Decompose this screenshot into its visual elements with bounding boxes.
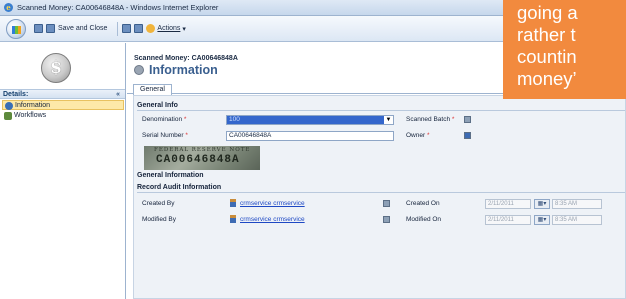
- callout-line: money’: [517, 68, 577, 89]
- information-icon: [5, 102, 13, 110]
- crm-logo-icon: [6, 18, 26, 39]
- user-icon: [230, 199, 236, 207]
- callout-line: countin: [517, 46, 577, 67]
- print-icon[interactable]: [134, 24, 144, 33]
- workflows-icon: [4, 112, 12, 120]
- scanned-batch-label: Scanned Batch *: [406, 116, 454, 123]
- denomination-label-text: Denomination: [142, 116, 183, 123]
- created-by-link[interactable]: crmservice crmservice: [240, 200, 305, 207]
- bill-text-top: FEDERAL RESERVE NOTE: [154, 147, 251, 153]
- actions-icon: [146, 24, 156, 33]
- section-general-info: General Info: [137, 102, 625, 111]
- modified-on-label: Modified On: [406, 216, 442, 223]
- section-general-information: General Information: [137, 172, 204, 179]
- save-and-close-button[interactable]: Save and Close: [46, 24, 107, 33]
- modified-by-link[interactable]: crmservice crmservice: [240, 216, 305, 223]
- denomination-label: Denomination *: [142, 116, 186, 123]
- required-marker: *: [185, 132, 188, 139]
- scanned-bill-image: FEDERAL RESERVE NOTE CA00646848A: [144, 146, 260, 170]
- nav-item-information[interactable]: Information: [2, 100, 124, 110]
- attach-icon[interactable]: [122, 24, 132, 33]
- nav-item-workflows[interactable]: Workflows: [2, 111, 124, 121]
- section-record-audit: Record Audit Information: [137, 184, 625, 193]
- lookup-icon[interactable]: [383, 200, 390, 207]
- denomination-value: 100: [229, 116, 240, 123]
- actions-menu-button[interactable]: Actions ▾: [146, 24, 186, 33]
- actions-label: Actions: [157, 25, 181, 32]
- chevron-down-icon: ▾: [180, 25, 186, 33]
- calendar-icon[interactable]: ▦▾: [534, 199, 550, 209]
- collapse-chevron-icon[interactable]: «: [116, 90, 120, 99]
- toolbar-separator: [117, 21, 119, 36]
- required-marker: *: [451, 116, 455, 123]
- denomination-select[interactable]: 100 ▼: [226, 115, 394, 125]
- gear-icon: [134, 65, 144, 75]
- lookup-icon[interactable]: [464, 116, 471, 123]
- record-type-label: Scanned Money: CA00646848A: [134, 55, 238, 62]
- save-and-close-label: Save and Close: [58, 25, 108, 32]
- chevron-down-icon[interactable]: ▼: [384, 116, 393, 124]
- tab-general[interactable]: General: [133, 84, 172, 95]
- serial-number-label: Serial Number *: [142, 132, 188, 139]
- save-icon[interactable]: [34, 24, 43, 33]
- scanned-batch-label-text: Scanned Batch: [406, 116, 451, 123]
- ie-icon: e: [4, 3, 13, 12]
- owner-label-text: Owner: [406, 132, 426, 139]
- save-close-icon: [46, 24, 55, 33]
- window-title: Scanned Money: CA00646848A - Windows Int…: [17, 3, 219, 12]
- modified-by-label: Modified By: [142, 216, 176, 223]
- serial-number-label-text: Serial Number: [142, 132, 184, 139]
- nav-details-header[interactable]: Details: «: [0, 89, 125, 99]
- page-title: Information: [134, 63, 218, 77]
- form-body: General Info Denomination * 100 ▼ Scanne…: [133, 95, 626, 299]
- callout-line: going a: [517, 2, 578, 23]
- created-on-time-field[interactable]: 8:35 AM: [552, 199, 602, 209]
- lookup-icon[interactable]: [383, 216, 390, 223]
- bill-serial-text: CA00646848A: [156, 154, 240, 166]
- calendar-icon[interactable]: ▦▾: [534, 215, 550, 225]
- created-on-date-field[interactable]: 2/11/2011: [485, 199, 531, 209]
- callout-line: rather t: [517, 24, 576, 45]
- modified-on-date-field[interactable]: 2/11/2011: [485, 215, 531, 225]
- nav-item-label: Information: [15, 102, 51, 109]
- owner-label: Owner *: [406, 132, 430, 139]
- created-on-label: Created On: [406, 200, 440, 207]
- left-nav-pane: $ Details: « Information Workflows: [0, 43, 126, 299]
- required-marker: *: [183, 116, 187, 123]
- modified-on-time-field[interactable]: 8:35 AM: [552, 215, 602, 225]
- page-title-text: Information: [149, 63, 218, 77]
- nav-item-label: Workflows: [14, 112, 47, 119]
- money-entity-icon: $: [41, 53, 71, 83]
- callout-overlay: going a rather t countin money’: [503, 0, 626, 99]
- serial-number-field[interactable]: CA00646848A: [226, 131, 394, 141]
- nav-details-label: Details:: [3, 91, 29, 98]
- user-icon: [230, 215, 236, 223]
- required-marker: *: [426, 132, 430, 139]
- created-by-label: Created By: [142, 200, 175, 207]
- owner-user-icon[interactable]: [464, 132, 471, 139]
